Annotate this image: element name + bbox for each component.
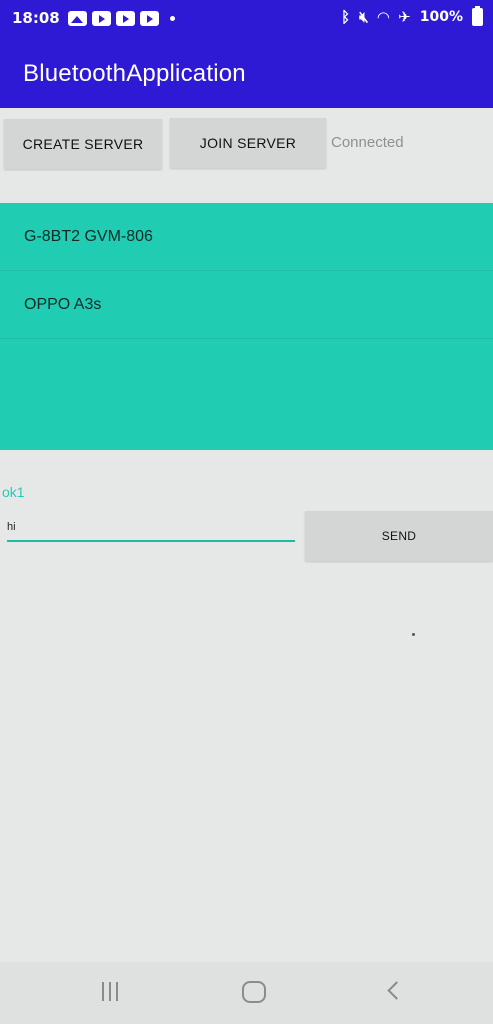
create-server-button[interactable]: CREATE SERVER bbox=[4, 119, 162, 169]
recent-apps-icon[interactable] bbox=[102, 982, 118, 1001]
navigation-bar bbox=[0, 962, 493, 1024]
airplane-icon: ✈ bbox=[398, 8, 411, 26]
connection-status: Connected bbox=[331, 134, 404, 151]
bluetooth-icon: ᛒ bbox=[341, 8, 351, 26]
screen-speck bbox=[412, 633, 415, 636]
device-name: G-8BT2 GVM-806 bbox=[24, 227, 153, 245]
notification-icons bbox=[68, 11, 175, 26]
send-button[interactable]: SEND bbox=[305, 511, 493, 561]
gallery-icon bbox=[68, 11, 87, 26]
device-name: OPPO A3s bbox=[24, 295, 102, 313]
device-list: G-8BT2 GVM-806 OPPO A3s bbox=[0, 203, 493, 450]
status-time: 18:08 bbox=[12, 9, 60, 27]
more-notifications-icon bbox=[170, 16, 175, 21]
received-message: ok1 bbox=[2, 484, 25, 500]
battery-icon bbox=[472, 6, 483, 26]
status-bar: 18:08 ᛒ 🔇︎ ◠ ✈ 100% bbox=[0, 0, 493, 36]
youtube-icon bbox=[92, 11, 111, 26]
app-bar: BluetoothApplication bbox=[0, 36, 493, 108]
youtube-icon bbox=[140, 11, 159, 26]
home-icon[interactable] bbox=[242, 981, 266, 1003]
system-status: ᛒ 🔇︎ ◠ ✈ 100% bbox=[341, 6, 483, 26]
wifi-icon: ◠ bbox=[377, 8, 390, 26]
app-title: BluetoothApplication bbox=[23, 60, 246, 87]
youtube-icon bbox=[116, 11, 135, 26]
mute-icon: 🔇︎ bbox=[359, 8, 369, 26]
battery-percent: 100% bbox=[419, 9, 463, 25]
back-icon[interactable] bbox=[387, 981, 406, 1000]
join-server-button[interactable]: JOIN SERVER bbox=[170, 118, 326, 168]
list-item-device[interactable]: G-8BT2 GVM-806 bbox=[0, 203, 493, 271]
list-item-device[interactable]: OPPO A3s bbox=[0, 271, 493, 339]
message-input[interactable] bbox=[7, 520, 295, 542]
